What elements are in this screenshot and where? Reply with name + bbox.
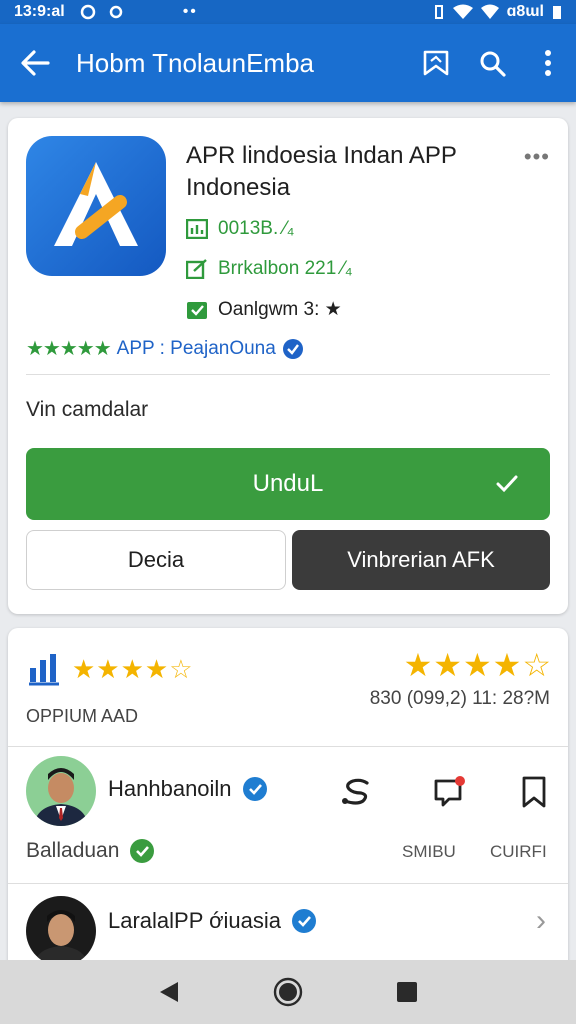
overflow-menu-button[interactable] [520,24,576,102]
rating-summary-right: ★★★★☆ [404,646,552,684]
bookmark-button[interactable] [408,24,464,102]
reviews-card: ★★★★☆ OPPIUM AAD ★★★★☆ 830 (099,2) 11: 2… [8,628,568,973]
triangle-back-icon [160,982,179,1002]
rating-line: ★★★★★ APP : PeajanOuna [26,336,304,361]
left-stars-filled: ★★★★ [72,653,170,684]
verified-icon [292,909,317,933]
user-avatar-icon [26,756,96,826]
status-time: 13:9:al [14,3,65,20]
verified-icon [282,338,303,359]
verified-green-icon [130,839,155,863]
arrow-left-icon [21,50,50,76]
meta-rating-row: Oanlgwm 3: ★ [186,298,342,321]
back-button[interactable] [0,24,70,102]
battery-text: ɑ8ɯl [506,3,544,20]
install-button[interactable]: UnduL [26,448,550,520]
meta-update-text: Brrkalbon 221 ⁄₄ [218,258,353,279]
app-icon [26,136,166,276]
more-vert-icon [545,50,551,76]
nav-recents-button[interactable] [383,968,431,1016]
meta-rating-text: Oanlgwm 3: ★ [218,299,342,320]
divider [26,374,550,375]
vibrate-icon [434,5,443,19]
rating-summary-label: OPPIUM AAD [26,706,139,726]
bookmark-icon [423,50,449,76]
system-nav-bar [0,960,576,1024]
avatar[interactable] [26,756,96,826]
avatar[interactable] [26,896,96,966]
rating-stars: ★★★★★ [26,338,112,360]
square-recents-icon [396,982,417,1002]
meta-update-row: Brrkalbon 221 ⁄₄ [186,258,353,280]
reviewer-subtitle: Balladuan [26,838,155,864]
alert-notification-icon [109,5,122,19]
save-review-button[interactable] [512,770,556,814]
app-detail-card: APR Ɩindoesia Indan APP Indonesia ••• 00… [8,118,568,614]
reviewer-name: Hanhbanoiln [108,776,268,802]
reviewer-name-text: LaralalPP ớiuasia [108,908,282,933]
signal-icon [480,4,499,19]
top-app-bar: Hobm TnolaunEmba [0,24,576,102]
dark-action-button[interactable]: Vinbrerian AFK [292,530,550,590]
rating-count-text: 830 (099,2) 11: 28?M [369,688,550,709]
reviewer-name-text: Hanhbanoiln [108,776,232,801]
save-action-label: CUIRFI [490,842,547,861]
secondary-label: Decia [127,547,185,572]
verified-icon [242,777,267,801]
circle-home-icon [273,977,303,1007]
bookmark-icon [522,776,546,808]
meta-size-text: 0013B. ⁄₄ [218,218,295,239]
share-icon [342,778,369,805]
check-icon [496,475,518,493]
review-row[interactable]: Hanhbanoiln Balladuan SMIBU CUIRFI [8,756,568,886]
status-bar: 13:9:al •• ɑ8ɯl [0,0,576,24]
search-button[interactable] [464,24,520,102]
check-badge-icon [187,301,207,319]
status-dots: •• [182,3,198,20]
rating-label[interactable]: APP : PeajanOuna [117,338,276,360]
update-icon [186,259,207,279]
reviewer-subtitle-text: Balladuan [26,839,120,862]
secondary-button[interactable]: Decia [26,530,286,590]
more-horiz-icon[interactable]: ••• [524,144,550,170]
right-stars-filled: ★★★★ [403,647,523,683]
dark-action-label: Vinbrerian AFK [347,547,495,572]
share-action-label: SMIBU [402,842,456,861]
wifi-icon [452,4,473,19]
chevron-right-icon[interactable]: › [536,904,546,938]
search-icon [480,51,506,77]
comment-icon [434,776,465,807]
nav-back-button[interactable] [145,968,193,1016]
share-button[interactable] [334,770,378,814]
divider [8,883,568,884]
bar-chart-icon [29,654,59,686]
battery-icon [553,6,561,19]
app-subtitle: Vin camdalar [26,398,149,421]
camera-notification-icon [80,4,95,20]
meta-size-row: 0013B. ⁄₄ [186,218,294,240]
app-bar-title: Hobm TnolaunEmba [76,47,314,78]
nav-home-button[interactable] [264,968,312,1016]
user-avatar-icon [26,896,96,966]
reviewer-name: LaralalPP ớiuasia [108,908,317,934]
app-logo-icon [54,162,138,246]
divider [8,746,568,747]
comment-button[interactable] [428,770,472,814]
chart-icon [186,219,208,239]
left-stars-empty: ☆ [169,653,194,684]
install-label: UnduL [252,470,324,497]
rating-summary-left: ★★★★☆ [26,652,194,686]
right-stars-empty: ☆ [522,647,552,683]
app-title: APR Ɩindoesia Indan APP Indonesia [186,142,457,201]
